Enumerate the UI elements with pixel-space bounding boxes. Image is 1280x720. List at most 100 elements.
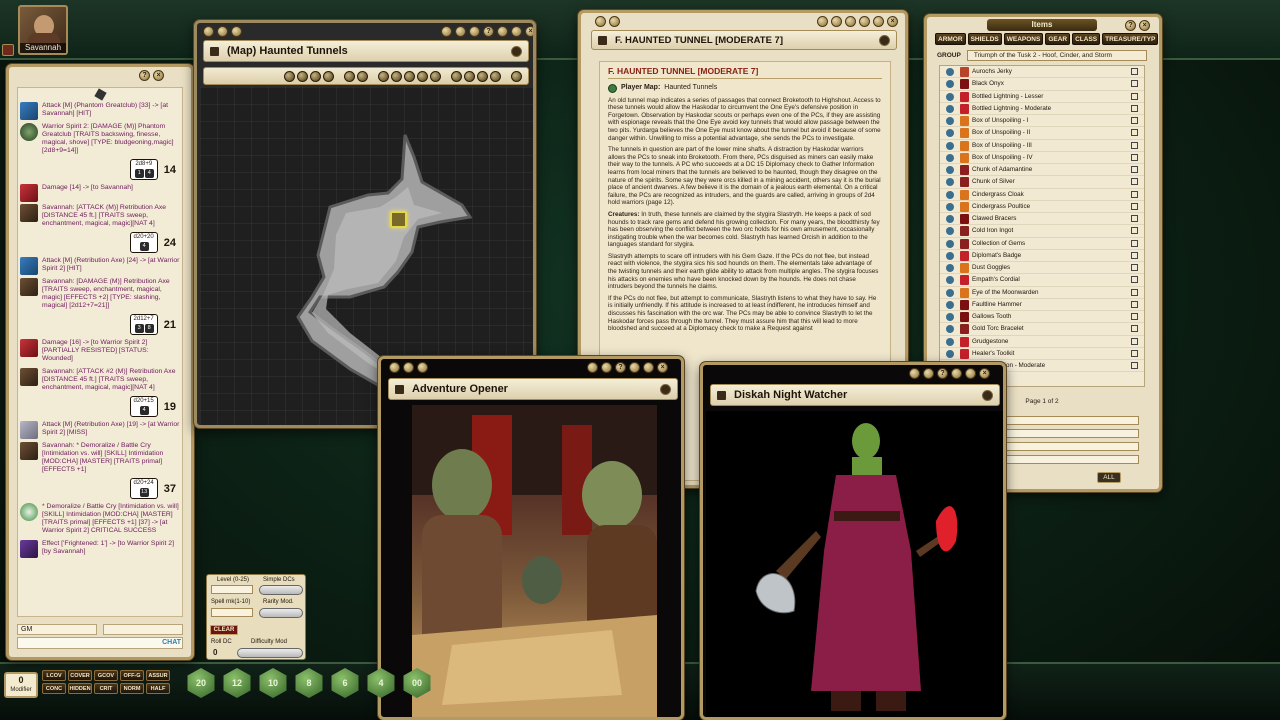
- item-row[interactable]: Faultline Hammer: [940, 299, 1144, 311]
- items-list[interactable]: Aurochs Jerky Black Onyx Bottled Lightning…: [939, 65, 1145, 387]
- link-icon[interactable]: [946, 251, 954, 260]
- link-icon[interactable]: [946, 264, 954, 272]
- pin-icon[interactable]: [203, 26, 214, 37]
- measure-icon[interactable]: [464, 70, 475, 82]
- link-icon[interactable]: [946, 239, 954, 248]
- link-icon[interactable]: [951, 368, 962, 379]
- zoom-icon[interactable]: [284, 70, 295, 82]
- link-icon[interactable]: [946, 349, 954, 358]
- filter-tab[interactable]: WEAPONS: [1003, 33, 1044, 45]
- modifier-button[interactable]: HIDDEN: [68, 683, 92, 694]
- expand-icon[interactable]: [403, 362, 414, 373]
- link-icon[interactable]: [946, 215, 954, 223]
- filter-tab[interactable]: GEAR: [1045, 33, 1071, 45]
- resize-icon[interactable]: [643, 362, 654, 373]
- all-button[interactable]: ALL: [1097, 472, 1121, 483]
- menu-icon[interactable]: [511, 45, 522, 57]
- menu-icon[interactable]: [879, 34, 890, 46]
- link-icon[interactable]: [946, 227, 954, 236]
- modifier-button[interactable]: OFF-G: [120, 670, 144, 681]
- player-map-link[interactable]: Player Map: Haunted Tunnels: [608, 83, 882, 93]
- item-row[interactable]: Box of Unspoiling - II: [940, 127, 1144, 140]
- item-row[interactable]: Chunk of Silver: [940, 176, 1144, 189]
- item-row[interactable]: Cold Iron Ingot: [940, 225, 1144, 238]
- link-icon[interactable]: [946, 166, 954, 174]
- chat-log[interactable]: Attack [M] (Phantom Greatclub) [33] -> […: [17, 87, 183, 617]
- resize-icon[interactable]: [965, 368, 976, 379]
- help-icon[interactable]: ?: [139, 70, 150, 81]
- clear-button[interactable]: CLEAR: [210, 625, 238, 635]
- item-row[interactable]: Clawed Bracers: [940, 213, 1144, 226]
- modifier-button[interactable]: HALF: [146, 683, 170, 694]
- link-icon[interactable]: [859, 16, 870, 27]
- item-row[interactable]: Eye of the Moonwarden: [940, 287, 1144, 299]
- dice-icon[interactable]: 6: [331, 668, 359, 698]
- grid-icon[interactable]: [469, 26, 480, 37]
- close-icon[interactable]: ×: [525, 26, 533, 37]
- modifier-button[interactable]: ASSUR: [146, 670, 170, 681]
- mask-icon[interactable]: [378, 70, 389, 82]
- search-filter-input[interactable]: [1003, 415, 1139, 425]
- item-row[interactable]: Bottled Lightning - Lesser: [940, 91, 1144, 103]
- dice-result[interactable]: d20+15 4 19: [18, 396, 182, 417]
- dice-icon[interactable]: 4: [367, 668, 395, 698]
- chat-mode-select[interactable]: GM: [17, 624, 97, 635]
- link-icon[interactable]: [946, 92, 954, 101]
- dice-result[interactable]: 2d12+7 3 8 21: [18, 314, 182, 335]
- item-row[interactable]: Empath's Cordial: [940, 274, 1144, 287]
- link-icon[interactable]: [946, 190, 954, 199]
- link-icon[interactable]: [946, 153, 954, 162]
- close-icon[interactable]: ×: [887, 16, 898, 27]
- link-icon[interactable]: [946, 129, 954, 138]
- search-filter-input[interactable]: [1003, 454, 1139, 464]
- item-row[interactable]: Box of Unspoiling - III: [940, 140, 1144, 152]
- close-icon[interactable]: ×: [657, 362, 668, 373]
- resize-icon[interactable]: [511, 26, 522, 37]
- link-icon[interactable]: [946, 288, 954, 297]
- dice-icon[interactable]: 8: [295, 668, 323, 698]
- portrait-menu-button[interactable]: [2, 44, 14, 56]
- item-row[interactable]: Chunk of Adamantine: [940, 164, 1144, 177]
- adventure-opener-image[interactable]: [412, 405, 657, 717]
- modifier-button[interactable]: CRIT: [94, 683, 118, 694]
- search-filter-input[interactable]: [1003, 441, 1139, 451]
- item-row[interactable]: Box of Unspoiling - I: [940, 115, 1144, 128]
- erase-icon[interactable]: [357, 70, 368, 82]
- link-icon[interactable]: [946, 141, 954, 150]
- help-icon[interactable]: ?: [615, 362, 626, 373]
- link-icon[interactable]: [946, 276, 954, 285]
- item-row[interactable]: Box of Unspoiling - IV: [940, 152, 1144, 164]
- attack-icon[interactable]: [20, 257, 38, 275]
- item-row[interactable]: Grudgestone: [940, 336, 1144, 348]
- grid-icon[interactable]: [490, 70, 501, 82]
- modifier-button[interactable]: COVER: [68, 670, 92, 681]
- chat-input[interactable]: [17, 637, 183, 649]
- expand-icon[interactable]: [609, 16, 620, 27]
- spirit-icon[interactable]: [20, 123, 38, 141]
- target-icon[interactable]: [310, 70, 321, 82]
- char-icon[interactable]: [20, 368, 38, 386]
- item-row[interactable]: Black Onyx: [940, 78, 1144, 91]
- lock-icon[interactable]: [845, 16, 856, 27]
- modifier-button[interactable]: GCOV: [94, 670, 118, 681]
- link-icon[interactable]: [497, 26, 508, 37]
- modifier-button[interactable]: NORM: [120, 683, 144, 694]
- lock-icon[interactable]: [587, 362, 598, 373]
- modifier-box[interactable]: 0 Modifier: [4, 672, 38, 698]
- share-icon[interactable]: [231, 26, 242, 37]
- layer-icon[interactable]: [455, 26, 466, 37]
- filter-tab[interactable]: CLASS: [1072, 33, 1101, 45]
- lock-icon[interactable]: [717, 390, 726, 400]
- link-icon[interactable]: [946, 313, 954, 321]
- help-icon[interactable]: ?: [937, 368, 948, 379]
- forward-icon[interactable]: [831, 16, 842, 27]
- dice-icon[interactable]: 12: [223, 668, 251, 698]
- link-icon[interactable]: [946, 300, 954, 309]
- draw-icon[interactable]: [344, 70, 355, 82]
- effect-icon[interactable]: [20, 540, 38, 558]
- light-icon[interactable]: [391, 70, 402, 82]
- spell-rank-input[interactable]: [211, 608, 253, 617]
- expand-icon[interactable]: [217, 26, 228, 37]
- link-icon[interactable]: [946, 104, 954, 113]
- difficulty-mod-select[interactable]: [237, 648, 303, 658]
